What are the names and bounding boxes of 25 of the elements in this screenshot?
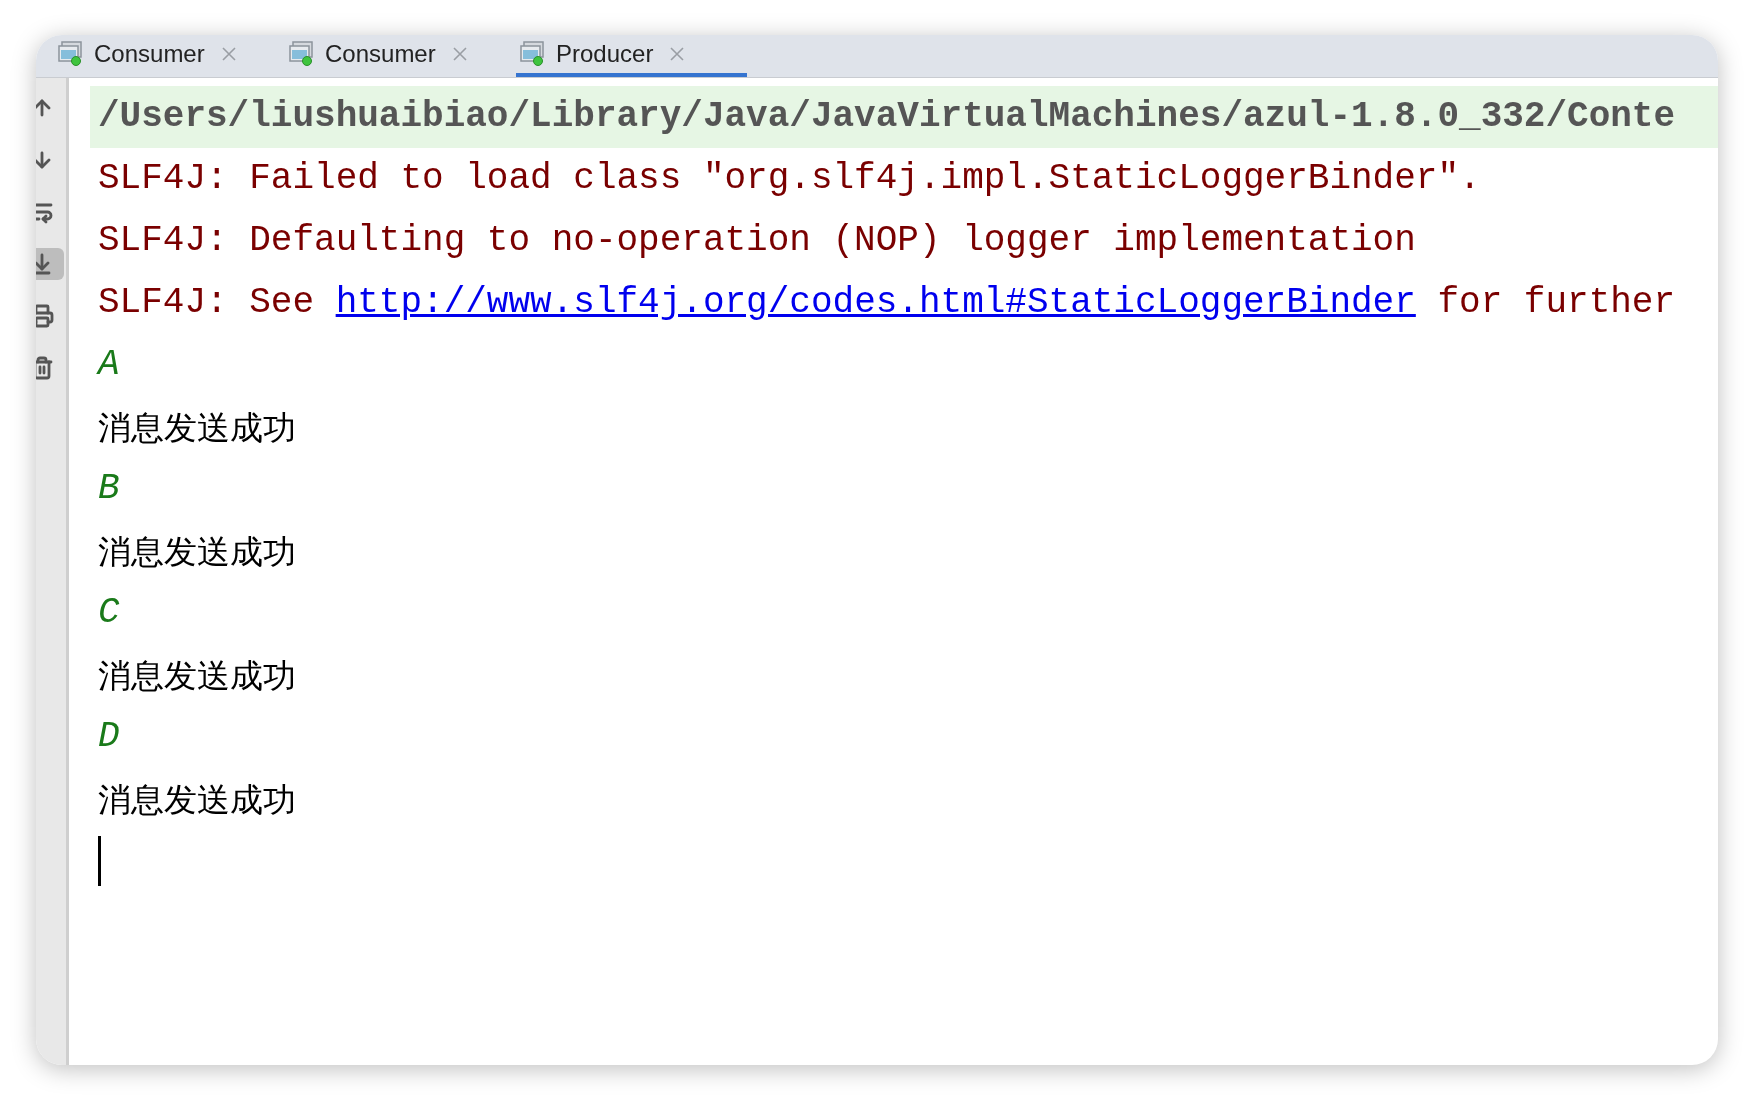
output-line: 消息发送成功	[98, 534, 296, 568]
command-line: /Users/liushuaibiao/Library/Java/JavaVirtualMachines/azul-1.8.0_332/Conte	[98, 99, 1676, 135]
output-line: 消息发送成功	[98, 410, 296, 444]
console-tab[interactable]: Consumer	[285, 35, 516, 77]
trash-icon	[36, 356, 54, 380]
error-line: SLF4J: Failed to load class "org.slf4j.impl.StaticLoggerBinder".	[98, 161, 1481, 197]
console-tab[interactable]: Producer	[516, 35, 747, 77]
tab-label: Consumer	[94, 39, 205, 69]
input-line: A	[98, 347, 120, 383]
tab-label: Producer	[556, 39, 654, 69]
console-tab[interactable]: Consumer	[54, 35, 285, 77]
tab-label: Consumer	[325, 39, 436, 69]
input-line: D	[98, 719, 120, 755]
console-window-icon	[58, 41, 84, 67]
error-line: SLF4J: Defaulting to no-operation (NOP) logger implementation	[98, 223, 1416, 259]
scroll-to-end-button[interactable]	[36, 248, 64, 280]
error-line: SLF4J: See http://www.slf4j.org/codes.html#StaticLoggerBinder for further	[98, 285, 1676, 321]
output-line: 消息发送成功	[98, 658, 296, 692]
console-window-icon	[289, 41, 315, 67]
console-window-icon	[520, 41, 546, 67]
input-line: C	[98, 595, 120, 631]
output-line: 消息发送成功	[98, 782, 296, 816]
url-link[interactable]: http://www.slf4j.org/codes.html#StaticLoggerBinder	[335, 282, 1416, 323]
input-line: B	[98, 471, 120, 507]
print-icon	[36, 304, 54, 328]
